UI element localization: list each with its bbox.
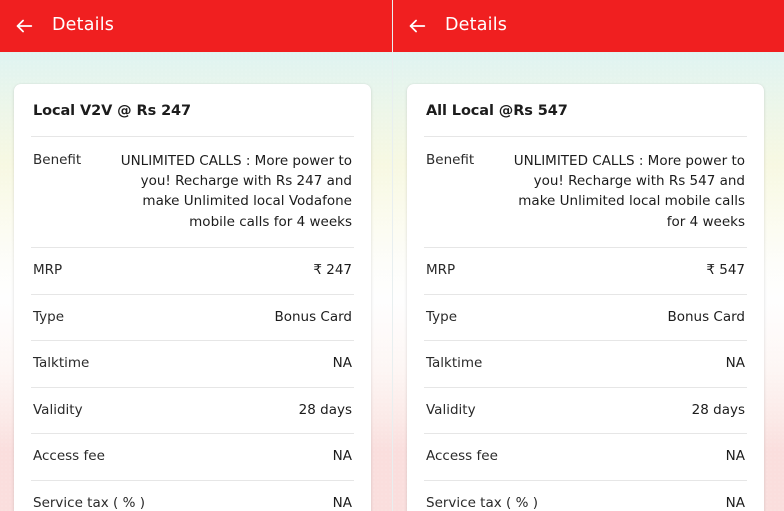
app-bar: Details bbox=[0, 0, 392, 52]
detail-value: UNLIMITED CALLS : More power to you! Rec… bbox=[120, 152, 352, 230]
detail-row-type: Type Bonus Card bbox=[31, 293, 354, 341]
pane-left: Details Local V2V @ Rs 247 Benefit UNLIM… bbox=[0, 0, 392, 511]
detail-label: Access fee bbox=[426, 448, 498, 465]
detail-label: Access fee bbox=[33, 448, 105, 465]
app-bar: Details bbox=[393, 0, 784, 52]
detail-value: NA bbox=[332, 494, 352, 511]
screenshot-root: Details Local V2V @ Rs 247 Benefit UNLIM… bbox=[0, 0, 784, 511]
detail-label: Service tax ( % ) bbox=[426, 494, 538, 511]
detail-row-access-fee: Access fee NA bbox=[31, 433, 354, 480]
arrow-left-icon[interactable] bbox=[11, 13, 37, 39]
detail-label: Talktime bbox=[426, 355, 483, 372]
detail-label: Benefit bbox=[426, 151, 475, 168]
detail-row-mrp: MRP ₹ 247 bbox=[31, 246, 354, 294]
detail-value: 28 days bbox=[298, 401, 352, 418]
detail-row-benefit: Benefit UNLIMITED CALLS : More power to … bbox=[424, 135, 747, 247]
detail-row-talktime: Talktime NA bbox=[424, 340, 747, 387]
detail-value: UNLIMITED CALLS : More power to you! Rec… bbox=[513, 152, 745, 230]
detail-value: ₹ 247 bbox=[313, 261, 352, 278]
plan-title: All Local @Rs 547 bbox=[426, 103, 568, 119]
detail-row-type: Type Bonus Card bbox=[424, 293, 747, 341]
detail-label: Validity bbox=[426, 401, 476, 418]
detail-row-service-tax: Service tax ( % ) NA bbox=[424, 479, 747, 511]
pane-right: Details All Local @Rs 547 Benefit UNLIMI… bbox=[392, 0, 784, 511]
detail-row-access-fee: Access fee NA bbox=[424, 433, 747, 480]
page-title: Details bbox=[445, 15, 508, 36]
detail-value: NA bbox=[332, 448, 352, 465]
detail-row-talktime: Talktime NA bbox=[31, 340, 354, 387]
detail-value: NA bbox=[332, 355, 352, 372]
detail-row-service-tax: Service tax ( % ) NA bbox=[31, 479, 354, 511]
detail-label: Benefit bbox=[33, 151, 82, 168]
detail-label: MRP bbox=[33, 261, 63, 278]
detail-value: Bonus Card bbox=[667, 308, 745, 325]
plan-title: Local V2V @ Rs 247 bbox=[33, 103, 192, 119]
detail-row-benefit: Benefit UNLIMITED CALLS : More power to … bbox=[31, 135, 354, 247]
detail-label: Talktime bbox=[33, 355, 90, 372]
detail-value: 28 days bbox=[691, 401, 745, 418]
detail-value: NA bbox=[725, 448, 745, 465]
page-title: Details bbox=[52, 15, 115, 36]
detail-label: Type bbox=[33, 308, 65, 325]
detail-label: Type bbox=[426, 308, 458, 325]
detail-label: Validity bbox=[33, 401, 83, 418]
detail-value: NA bbox=[725, 494, 745, 511]
detail-value: ₹ 547 bbox=[706, 261, 745, 278]
detail-row-mrp: MRP ₹ 547 bbox=[424, 246, 747, 294]
detail-value: NA bbox=[725, 355, 745, 372]
detail-value: Bonus Card bbox=[274, 308, 352, 325]
detail-row-validity: Validity 28 days bbox=[31, 386, 354, 434]
plan-details-card: Local V2V @ Rs 247 Benefit UNLIMITED CAL… bbox=[14, 84, 371, 511]
plan-details-card: All Local @Rs 547 Benefit UNLIMITED CALL… bbox=[407, 84, 764, 511]
detail-label: Service tax ( % ) bbox=[33, 494, 145, 511]
detail-row-validity: Validity 28 days bbox=[424, 386, 747, 434]
detail-label: MRP bbox=[426, 261, 456, 278]
arrow-left-icon[interactable] bbox=[404, 13, 430, 39]
